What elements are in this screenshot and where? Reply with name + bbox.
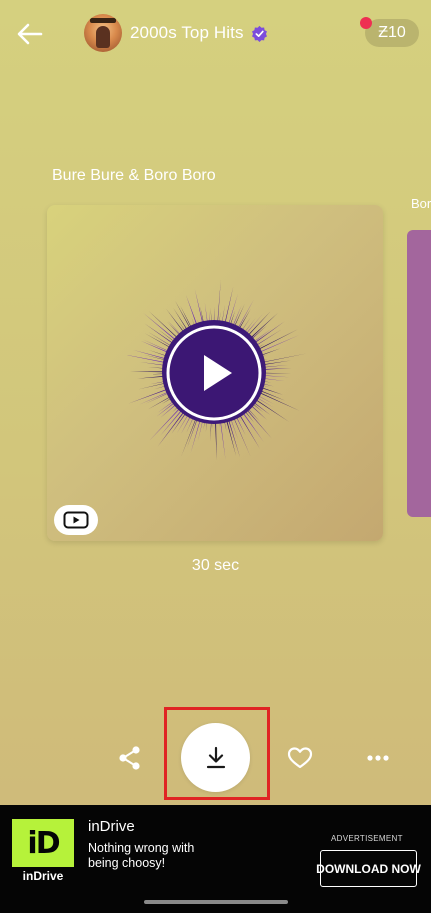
video-card[interactable] — [47, 205, 383, 541]
more-options-button[interactable] — [366, 748, 390, 768]
share-button[interactable] — [116, 744, 144, 772]
next-track-title: Boro — [411, 196, 431, 211]
arrow-left-icon — [17, 23, 43, 45]
like-button[interactable] — [286, 744, 314, 772]
youtube-source-badge[interactable] — [54, 505, 98, 535]
more-dots-icon — [367, 755, 389, 761]
avatar-figure — [96, 26, 110, 48]
share-icon — [119, 746, 140, 770]
ad-logo-glyph: iD — [27, 825, 60, 861]
indrive-logo-icon: iD — [12, 819, 74, 867]
youtube-icon — [63, 511, 89, 529]
track-title: Bure Bure & Boro Boro — [52, 167, 216, 184]
verified-badge-icon — [251, 25, 268, 42]
preview-duration: 30 sec — [191, 557, 240, 574]
play-icon[interactable] — [166, 325, 262, 421]
home-indicator[interactable] — [144, 900, 288, 904]
coin-balance: Ƶ10 — [378, 24, 406, 41]
next-video-card[interactable] — [407, 230, 431, 517]
ad-logo[interactable]: iD inDrive — [12, 819, 74, 885]
highlight-box — [164, 707, 270, 800]
ad-banner[interactable]: iD inDrive inDrive Nothing wrong with be… — [0, 805, 431, 913]
notification-dot — [360, 17, 372, 29]
coin-balance-button[interactable]: Ƶ10 — [365, 19, 419, 47]
ad-description: Nothing wrong with being choosy! — [88, 841, 195, 870]
ad-logo-text: inDrive — [22, 869, 64, 883]
channel-avatar[interactable] — [84, 14, 122, 52]
ad-title[interactable]: inDrive — [88, 818, 135, 835]
ad-download-now-button[interactable]: DOWNLOAD NOW — [316, 850, 421, 887]
back-button[interactable] — [14, 18, 46, 50]
channel-name[interactable]: 2000s Top Hits — [130, 23, 244, 43]
avatar-banner — [90, 18, 116, 23]
heart-icon — [287, 747, 313, 769]
channel-header[interactable]: 2000s Top Hits — [84, 14, 268, 52]
top-bar: 2000s Top Hits Ƶ10 — [0, 0, 431, 66]
ad-label: ADVERTISEMENT — [331, 834, 403, 843]
